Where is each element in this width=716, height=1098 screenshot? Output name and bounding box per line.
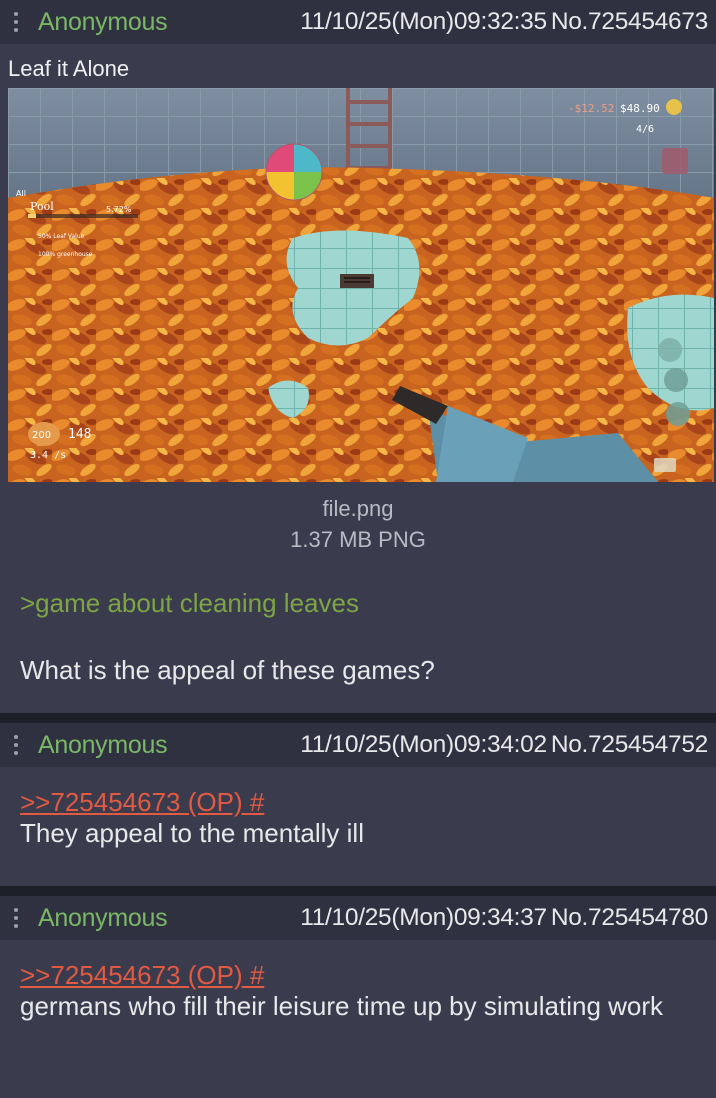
hud-bonus-1: 50% Leaf Value: [38, 233, 85, 240]
hud-bonus-2: 100% greenhouse: [38, 251, 93, 258]
greentext-line: >game about cleaning leaves: [20, 588, 359, 618]
file-info: file.png 1.37 MB PNG: [0, 482, 716, 555]
post-meta: 11/10/25(Mon)09:34:37 No.725454780: [294, 904, 708, 932]
hud-bag-count: 148: [68, 427, 91, 442]
post-separator: [0, 886, 716, 896]
post-meta: 11/10/25(Mon)09:32:35 No.725454673: [294, 8, 708, 36]
post-datetime: 11/10/25(Mon)09:34:37: [300, 904, 547, 931]
post-reply: Anonymous 11/10/25(Mon)09:34:37 No.725454…: [0, 896, 716, 1098]
post-reply: Anonymous 11/10/25(Mon)09:34:02 No.725454…: [0, 723, 716, 886]
post-header: Anonymous 11/10/25(Mon)09:34:37 No.725454…: [0, 896, 716, 940]
post-comment: >>725454673 (OP) # germans who fill thei…: [0, 940, 716, 1022]
post-number[interactable]: No.725454780: [551, 904, 708, 931]
post-separator: [0, 713, 716, 723]
beach-ball: [265, 143, 323, 201]
hud-money-neg: -$12.52: [568, 102, 614, 115]
comment-text: What is the appeal of these games?: [20, 655, 435, 685]
poster-name: Anonymous: [38, 903, 168, 932]
post-menu-icon[interactable]: [6, 903, 26, 933]
post-comment: >>725454673 (OP) # They appeal to the me…: [0, 767, 716, 849]
comment-text: germans who fill their leisure time up b…: [20, 991, 664, 1021]
hud-counter: 4/6: [636, 124, 654, 135]
quote-link[interactable]: >>725454673 (OP) #: [20, 960, 686, 991]
poster-name: Anonymous: [38, 7, 168, 36]
post-meta: 11/10/25(Mon)09:34:02 No.725454752: [294, 731, 708, 759]
post-header: Anonymous 11/10/25(Mon)09:34:02 No.725454…: [0, 723, 716, 767]
post-menu-icon[interactable]: [6, 730, 26, 760]
file-size: 1.37 MB PNG: [290, 527, 426, 552]
post-op: Anonymous 11/10/25(Mon)09:32:35 No.725454…: [0, 0, 716, 713]
hud-bag-capacity: 200: [32, 430, 51, 441]
file-name[interactable]: file.png: [0, 493, 716, 524]
post-datetime: 11/10/25(Mon)09:32:35: [300, 8, 547, 35]
hud-money: $48.90: [620, 102, 660, 115]
post-subject: Leaf it Alone: [0, 44, 716, 86]
post-number[interactable]: No.725454752: [551, 731, 708, 758]
hud-location: Pool: [30, 200, 54, 213]
post-comment: >game about cleaning leaves What is the …: [0, 555, 716, 686]
post-header: Anonymous 11/10/25(Mon)09:32:35 No.725454…: [0, 0, 716, 44]
post-number[interactable]: No.725454673: [551, 8, 708, 35]
hud-percent: 5.72%: [106, 205, 132, 214]
coin-icon: [666, 99, 682, 115]
hud-rate: 3.4 /s: [30, 450, 66, 461]
post-datetime: 11/10/25(Mon)09:34:02: [300, 731, 547, 758]
hud-filter: All: [16, 189, 26, 198]
poster-name: Anonymous: [38, 730, 168, 759]
post-menu-icon[interactable]: [6, 7, 26, 37]
post-image-thumbnail[interactable]: -$12.52 $48.90 4/6 All Pool 5.72% 50% Le…: [8, 88, 714, 482]
quote-link[interactable]: >>725454673 (OP) #: [20, 787, 696, 818]
comment-text: They appeal to the mentally ill: [20, 818, 364, 848]
